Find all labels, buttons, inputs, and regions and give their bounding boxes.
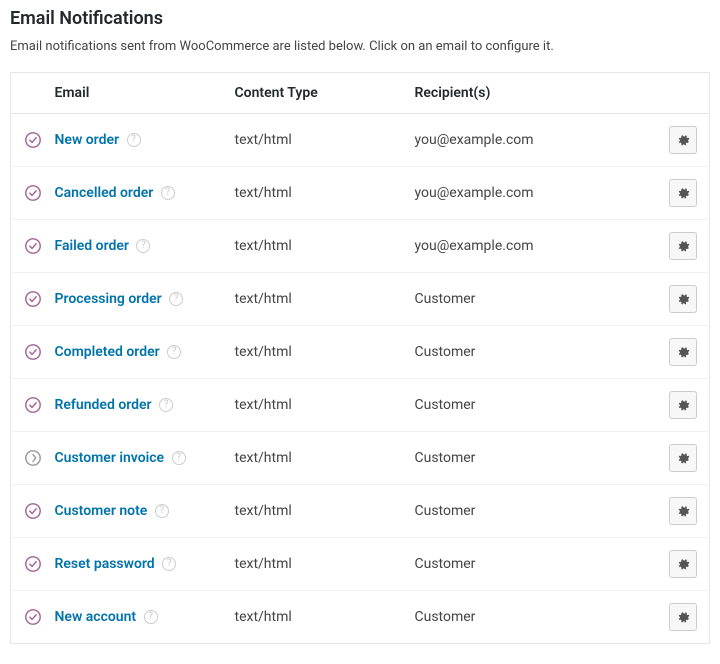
gear-icon — [676, 609, 690, 626]
email-name-link[interactable]: Refunded order — [55, 397, 152, 413]
table-row: Cancelled order ? text/html you@example.… — [11, 167, 710, 220]
email-name-link[interactable]: Customer note — [55, 503, 148, 519]
col-email-header: Email — [55, 73, 225, 114]
status-enabled-icon — [24, 609, 42, 625]
col-status-header — [11, 73, 55, 114]
email-name-link[interactable]: Processing order — [55, 291, 162, 307]
configure-button[interactable] — [669, 179, 697, 207]
help-icon[interactable]: ? — [162, 557, 176, 571]
gear-icon — [676, 132, 690, 149]
configure-button[interactable] — [669, 126, 697, 154]
content-type-cell: text/html — [225, 379, 405, 432]
status-enabled-icon — [24, 344, 42, 360]
gear-icon — [676, 238, 690, 255]
table-row: Customer note ? text/html Customer — [11, 485, 710, 538]
recipients-cell: Customer — [405, 379, 660, 432]
recipients-cell: you@example.com — [405, 114, 660, 167]
email-name-link[interactable]: Completed order — [55, 344, 160, 360]
status-enabled-icon — [24, 503, 42, 519]
help-icon[interactable]: ? — [169, 292, 183, 306]
status-enabled-icon — [24, 291, 42, 307]
email-notifications-table: Email Content Type Recipient(s) New orde… — [10, 72, 710, 644]
recipients-cell: you@example.com — [405, 167, 660, 220]
recipients-cell: Customer — [405, 538, 660, 591]
help-icon[interactable]: ? — [144, 610, 158, 624]
configure-button[interactable] — [669, 497, 697, 525]
page-description: Email notifications sent from WooCommerc… — [10, 39, 710, 54]
gear-icon — [676, 185, 690, 202]
recipients-cell: Customer — [405, 591, 660, 644]
gear-icon — [676, 450, 690, 467]
recipients-cell: Customer — [405, 273, 660, 326]
col-recipients-header: Recipient(s) — [405, 73, 660, 114]
status-enabled-icon — [24, 397, 42, 413]
help-icon[interactable]: ? — [136, 239, 150, 253]
help-icon[interactable]: ? — [172, 451, 186, 465]
table-row: Reset password ? text/html Customer — [11, 538, 710, 591]
email-name-link[interactable]: Cancelled order — [55, 185, 154, 201]
content-type-cell: text/html — [225, 273, 405, 326]
configure-button[interactable] — [669, 550, 697, 578]
recipients-cell: Customer — [405, 326, 660, 379]
table-row: New account ? text/html Customer — [11, 591, 710, 644]
col-content-type-header: Content Type — [225, 73, 405, 114]
configure-button[interactable] — [669, 232, 697, 260]
recipients-cell: Customer — [405, 432, 660, 485]
configure-button[interactable] — [669, 603, 697, 631]
email-name-link[interactable]: New order — [55, 132, 120, 148]
recipients-cell: Customer — [405, 485, 660, 538]
configure-button[interactable] — [669, 285, 697, 313]
configure-button[interactable] — [669, 391, 697, 419]
table-row: Completed order ? text/html Customer — [11, 326, 710, 379]
help-icon[interactable]: ? — [161, 186, 175, 200]
gear-icon — [676, 291, 690, 308]
status-enabled-icon — [24, 132, 42, 148]
col-actions-header — [659, 73, 710, 114]
help-icon[interactable]: ? — [167, 345, 181, 359]
gear-icon — [676, 556, 690, 573]
email-name-link[interactable]: New account — [55, 609, 137, 625]
status-enabled-icon — [24, 185, 42, 201]
status-manual-icon — [24, 450, 42, 466]
configure-button[interactable] — [669, 338, 697, 366]
table-row: Failed order ? text/html you@example.com — [11, 220, 710, 273]
table-row: New order ? text/html you@example.com — [11, 114, 710, 167]
content-type-cell: text/html — [225, 326, 405, 379]
content-type-cell: text/html — [225, 220, 405, 273]
help-icon[interactable]: ? — [155, 504, 169, 518]
email-name-link[interactable]: Reset password — [55, 556, 155, 572]
status-enabled-icon — [24, 556, 42, 572]
content-type-cell: text/html — [225, 432, 405, 485]
content-type-cell: text/html — [225, 591, 405, 644]
status-enabled-icon — [24, 238, 42, 254]
table-row: Customer invoice ? text/html Customer — [11, 432, 710, 485]
page-title: Email Notifications — [10, 8, 710, 29]
content-type-cell: text/html — [225, 538, 405, 591]
gear-icon — [676, 503, 690, 520]
help-icon[interactable]: ? — [159, 398, 173, 412]
configure-button[interactable] — [669, 444, 697, 472]
email-name-link[interactable]: Customer invoice — [55, 450, 165, 466]
content-type-cell: text/html — [225, 167, 405, 220]
email-name-link[interactable]: Failed order — [55, 238, 129, 254]
gear-icon — [676, 397, 690, 414]
content-type-cell: text/html — [225, 485, 405, 538]
recipients-cell: you@example.com — [405, 220, 660, 273]
table-row: Processing order ? text/html Customer — [11, 273, 710, 326]
gear-icon — [676, 344, 690, 361]
content-type-cell: text/html — [225, 114, 405, 167]
help-icon[interactable]: ? — [127, 133, 141, 147]
table-row: Refunded order ? text/html Customer — [11, 379, 710, 432]
